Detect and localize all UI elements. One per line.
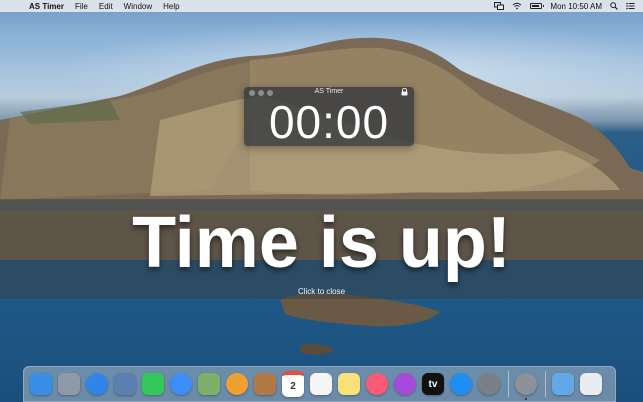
- notes-icon[interactable]: [338, 373, 360, 395]
- map-icon[interactable]: [198, 373, 220, 395]
- calendar-icon[interactable]: 2: [282, 371, 304, 397]
- menu-window[interactable]: Window: [124, 2, 152, 11]
- menu-extras: Mon 10:50 AM: [486, 0, 635, 12]
- running-indicator: [525, 398, 527, 400]
- checklist-icon[interactable]: [310, 373, 332, 395]
- menu-clock[interactable]: Mon 10:50 AM: [550, 2, 602, 11]
- folder-download-icon[interactable]: [552, 373, 574, 395]
- rocket-icon[interactable]: [58, 373, 80, 395]
- podcast-icon[interactable]: [394, 373, 416, 395]
- timer-window[interactable]: AS Timer 00:00: [244, 87, 414, 148]
- dock-divider: [508, 371, 509, 397]
- menu-file[interactable]: File: [75, 2, 88, 11]
- dock-divider: [545, 371, 546, 397]
- contacts-book-icon[interactable]: [254, 373, 276, 395]
- wifi-icon[interactable]: [512, 2, 522, 10]
- chat-bubble-icon[interactable]: [170, 373, 192, 395]
- timer-window-title: AS Timer: [314, 88, 344, 95]
- desktop: AS Timer File Edit Window Help Mon 10:50…: [0, 0, 643, 402]
- flower-icon[interactable]: [226, 373, 248, 395]
- battery-icon[interactable]: [530, 3, 545, 9]
- gear-icon[interactable]: [478, 373, 500, 395]
- menu-bar: AS Timer File Edit Window Help Mon 10:50…: [0, 0, 643, 12]
- screen-mirroring-icon[interactable]: [494, 2, 505, 10]
- video-camera-icon[interactable]: [142, 373, 164, 395]
- trash-icon[interactable]: [580, 373, 602, 395]
- dock: 2 tv: [23, 366, 616, 402]
- spotlight-search-icon[interactable]: [610, 2, 618, 10]
- menu-app-name[interactable]: AS Timer: [29, 2, 64, 11]
- apple-tv-icon[interactable]: tv: [422, 373, 444, 395]
- finder-icon[interactable]: [30, 373, 52, 395]
- preview-icon[interactable]: [114, 373, 136, 395]
- timer-display: 00:00: [268, 96, 390, 148]
- stopwatch-icon[interactable]: [515, 373, 537, 400]
- click-to-close-hint[interactable]: Click to close: [0, 287, 643, 296]
- menu-help[interactable]: Help: [163, 2, 179, 11]
- notification-center-icon[interactable]: [626, 2, 635, 10]
- compass-icon[interactable]: [86, 373, 108, 395]
- menu-edit[interactable]: Edit: [99, 2, 113, 11]
- app-store-icon[interactable]: [450, 373, 472, 395]
- music-note-icon[interactable]: [366, 373, 388, 395]
- time-up-message[interactable]: Time is up!: [0, 199, 643, 287]
